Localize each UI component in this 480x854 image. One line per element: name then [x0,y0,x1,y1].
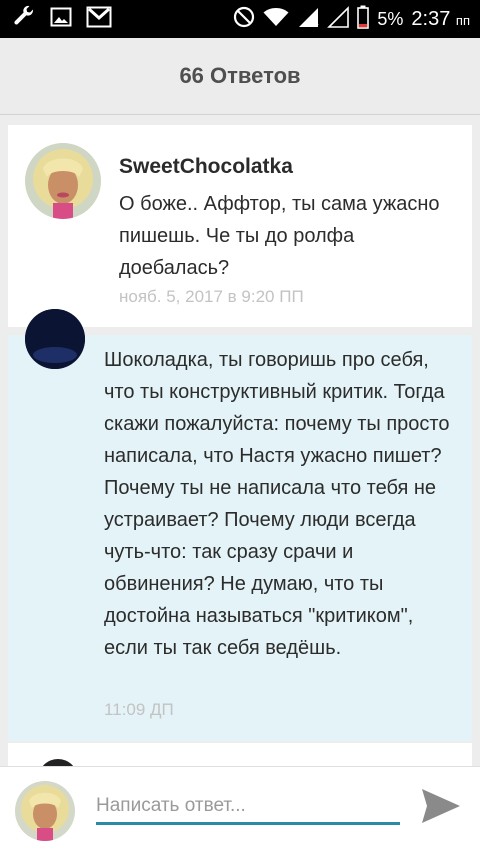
app-header: 66 Ответов [0,38,480,115]
do-not-disturb-icon [233,6,255,33]
battery-percent: 5% [377,8,404,29]
signal-icon: E [297,6,319,33]
clock: 2:37 пп [411,8,470,31]
clock-ampm: пп [455,12,470,28]
reply-composer [0,766,480,854]
send-icon [420,787,462,830]
wifi-icon [263,7,289,32]
gmail-icon [86,6,112,33]
avatar[interactable] [25,309,85,369]
signal-empty-icon [327,5,350,33]
image-icon [50,6,72,33]
avatar[interactable] [25,143,101,219]
comment-card[interactable] [8,743,472,766]
reply-input[interactable] [96,789,400,825]
comment-author[interactable]: SweetChocolatka [119,155,293,179]
clock-time: 2:37 [411,7,451,30]
avatar[interactable] [38,759,78,766]
comment-timestamp: 11:09 ДП [104,700,174,719]
comment-text: Шоколадка, ты говоришь про себя, что ты … [104,349,450,659]
status-bar: E 5% 2:37 пп [0,0,480,38]
wrench-icon [12,5,36,34]
comments-list[interactable]: SweetChocolatka О боже.. Аффтор, ты сама… [0,116,480,766]
current-user-avatar[interactable] [15,781,75,841]
send-button[interactable] [418,785,464,831]
reply-card[interactable]: Шоколадка, ты говоришь про себя, что ты … [8,309,472,741]
network-type: E [311,15,319,28]
comment-card[interactable]: SweetChocolatka О боже.. Аффтор, ты сама… [8,125,472,327]
battery-low-icon [357,5,370,34]
comment-text: О боже.. Аффтор, ты сама ужасно пишешь. … [119,193,440,279]
page-title: 66 Ответов [179,63,301,88]
comment-timestamp: нояб. 5, 2017 в 9:20 ПП [119,287,304,306]
